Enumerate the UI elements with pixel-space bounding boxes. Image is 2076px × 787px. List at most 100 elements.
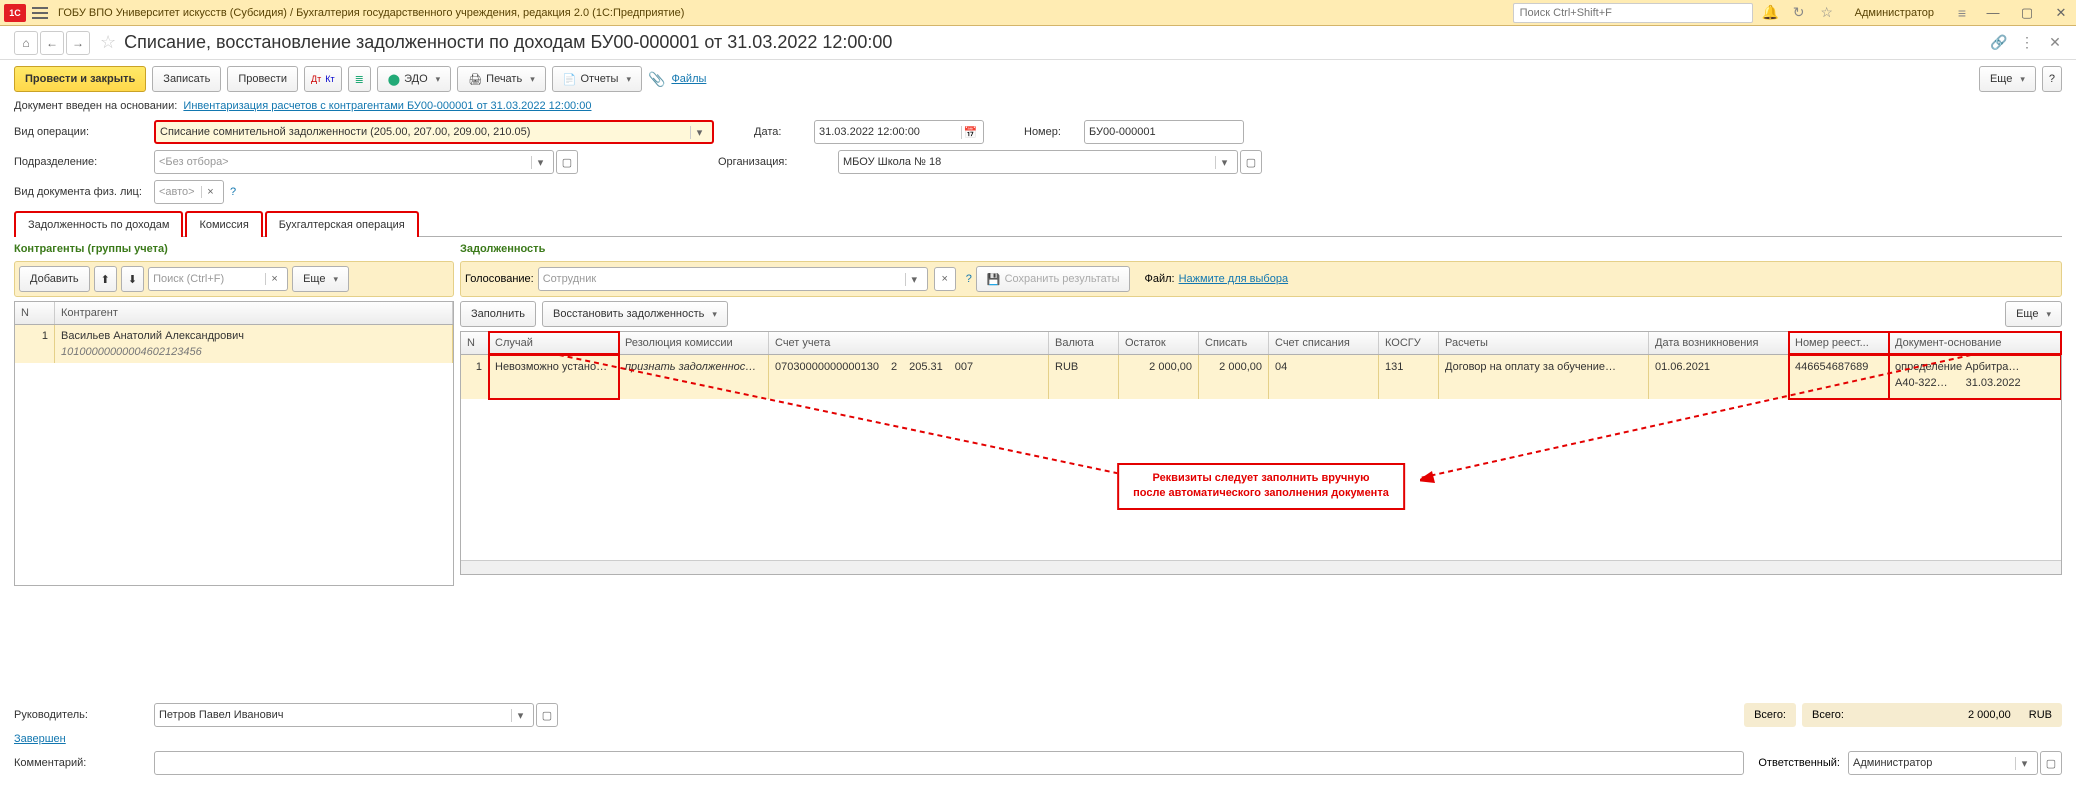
edo-button[interactable]: ⬤ ЭДО [377, 66, 451, 92]
help-button[interactable]: ? [2042, 66, 2062, 92]
vote-field[interactable]: Сотрудник▾ [538, 267, 928, 291]
printer-icon: 🖨 [468, 73, 482, 86]
dept-label: Подразделение: [14, 156, 154, 168]
restore-debt-button[interactable]: Восстановить задолженность [542, 301, 728, 327]
responsible-field[interactable]: Администратор▾ [1848, 751, 2038, 775]
bell-icon[interactable]: 🔔 [1763, 5, 1779, 21]
menu-icon[interactable] [32, 7, 48, 19]
org-label: Организация: [718, 156, 838, 168]
more-button[interactable]: Еще [1979, 66, 2036, 92]
col-debt-date[interactable]: Дата возникновения [1649, 332, 1789, 354]
list-button[interactable]: ≣ [348, 66, 371, 92]
debt-more-button[interactable]: Еще [2005, 301, 2062, 327]
global-search-input[interactable] [1513, 3, 1753, 23]
col-kosgu[interactable]: КОСГУ [1379, 332, 1439, 354]
vote-help[interactable]: ? [966, 273, 972, 285]
back-button[interactable]: ← [40, 31, 64, 55]
completed-link[interactable]: Завершен [14, 733, 66, 745]
date-field[interactable]: 31.03.2022 12:00:00📅 [814, 120, 984, 144]
panel-icon[interactable]: ≡ [1954, 5, 1970, 21]
current-user[interactable]: Администратор [1855, 7, 1934, 19]
contractor-row[interactable]: 1 Васильев Анатолий Александрович 101000… [15, 325, 453, 363]
number-label: Номер: [1024, 126, 1084, 138]
save-results-button[interactable]: 💾 Сохранить результаты [976, 266, 1131, 292]
col-writeoff[interactable]: Списать [1199, 332, 1269, 354]
doctype-field[interactable]: <авто>× [154, 180, 224, 204]
files-link[interactable]: Файлы [671, 73, 706, 85]
tabbar: Задолженность по доходам Комиссия Бухгал… [0, 210, 2076, 236]
comment-label: Комментарий: [14, 757, 154, 769]
fill-button[interactable]: Заполнить [460, 301, 536, 327]
contractor-more-button[interactable]: Еще [292, 266, 349, 292]
col-calc[interactable]: Расчеты [1439, 332, 1649, 354]
annotation-box: Реквизиты следует заполнить вручную посл… [1117, 463, 1405, 510]
reports-button[interactable]: 📄 Отчеты [552, 66, 642, 92]
operation-field[interactable]: Списание сомнительной задолженности (205… [154, 120, 714, 144]
down-button[interactable]: ⬇ [121, 266, 144, 292]
close-tab-button[interactable]: ✕ [2044, 32, 2066, 54]
home-button[interactable]: ⌂ [14, 31, 38, 55]
chief-field[interactable]: Петров Павел Иванович▾ [154, 703, 534, 727]
file-link[interactable]: Нажмите для выбора [1179, 273, 1288, 285]
org-field[interactable]: МБОУ Школа № 18▾ [838, 150, 1238, 174]
history-icon[interactable]: ↻ [1791, 5, 1807, 21]
post-and-close-button[interactable]: Провести и закрыть [14, 66, 146, 92]
basis-link[interactable]: Инвентаризация расчетов с контрагентами … [183, 100, 591, 112]
col-contractor[interactable]: Контрагент [55, 302, 453, 324]
debt-title: Задолженность [460, 243, 2062, 255]
responsible-label: Ответственный: [1758, 757, 1840, 769]
tab-commission[interactable]: Комиссия [185, 211, 262, 237]
up-button[interactable]: ⬆ [94, 266, 117, 292]
dept-field[interactable]: <Без отбора>▾ [154, 150, 554, 174]
maximize-button[interactable]: ▢ [2016, 3, 2038, 23]
minimize-button[interactable]: — [1982, 3, 2004, 23]
h-scrollbar[interactable] [461, 560, 2061, 574]
link-icon[interactable]: 🔗 [1988, 32, 2010, 54]
col-source-doc[interactable]: Документ-основание [1889, 332, 2061, 354]
dtkt-button[interactable]: ДтКт [304, 66, 342, 92]
date-label: Дата: [754, 126, 814, 138]
add-contractor-button[interactable]: Добавить [19, 266, 90, 292]
total-right: Всего: 2 000,00 RUB [1802, 703, 2062, 727]
org-open-button[interactable]: ▢ [1240, 150, 1262, 174]
chief-open[interactable]: ▢ [536, 703, 558, 727]
vote-clear[interactable]: × [934, 267, 956, 291]
tab-debt[interactable]: Задолженность по доходам [14, 211, 183, 237]
responsible-open[interactable]: ▢ [2040, 751, 2062, 775]
col-n2[interactable]: N [461, 332, 489, 354]
star-icon[interactable]: ☆ [1819, 5, 1835, 21]
col-account[interactable]: Счет учета [769, 332, 1049, 354]
col-currency[interactable]: Валюта [1049, 332, 1119, 354]
basis-row: Документ введен на основании: Инвентариз… [0, 98, 2076, 120]
col-balance[interactable]: Остаток [1119, 332, 1199, 354]
col-writeoff-acc[interactable]: Счет списания [1269, 332, 1379, 354]
doctype-label: Вид документа физ. лиц: [14, 186, 154, 198]
save-button[interactable]: Записать [152, 66, 221, 92]
comment-field[interactable] [154, 751, 1744, 775]
debt-grid: N Случай Резолюция комиссии Счет учета В… [460, 331, 2062, 575]
col-n[interactable]: N [15, 302, 55, 324]
total-left: Всего: [1744, 703, 1796, 727]
col-case[interactable]: Случай [489, 332, 619, 354]
col-registry[interactable]: Номер реест... [1789, 332, 1889, 354]
chief-label: Руководитель: [14, 709, 154, 721]
doctype-help[interactable]: ? [230, 186, 236, 198]
file-label: Файл: [1144, 273, 1174, 285]
app-topbar: 1С ГОБУ ВПО Университет искусств (Субсид… [0, 0, 2076, 26]
debt-row[interactable]: 1 Невозможно установить … признать задол… [461, 355, 2061, 399]
close-window-button[interactable]: ✕ [2050, 3, 2072, 23]
number-field[interactable]: БУ00-000001 [1084, 120, 1244, 144]
col-resolution[interactable]: Резолюция комиссии [619, 332, 769, 354]
attach-icon[interactable]: 📎 [648, 71, 665, 88]
forward-button[interactable]: → [66, 31, 90, 55]
favorite-icon[interactable]: ☆ [100, 32, 116, 53]
contractor-search[interactable]: Поиск (Ctrl+F)× [148, 267, 288, 291]
app-title: ГОБУ ВПО Университет искусств (Субсидия)… [58, 7, 1513, 19]
post-button[interactable]: Провести [227, 66, 298, 92]
contractors-title: Контрагенты (группы учета) [14, 243, 454, 255]
options-icon[interactable]: ⋮ [2016, 32, 2038, 54]
print-button[interactable]: 🖨 Печать [457, 66, 546, 92]
page-title: Списание, восстановление задолженности п… [124, 32, 892, 53]
tab-accounting[interactable]: Бухгалтерская операция [265, 211, 419, 237]
dept-open-button[interactable]: ▢ [556, 150, 578, 174]
